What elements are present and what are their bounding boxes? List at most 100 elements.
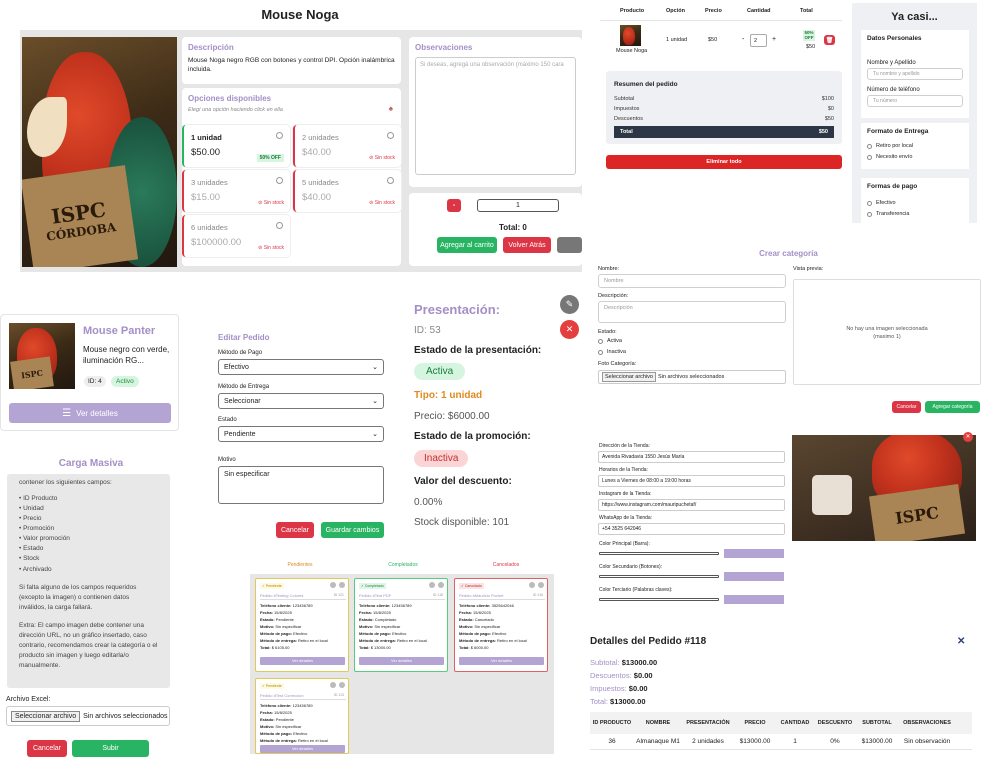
delivery-option[interactable]: Necesito envío <box>867 154 963 160</box>
qty-minus-button[interactable]: - <box>447 199 461 212</box>
store-field-input[interactable]: https://www.instagram.com/mauripuchetaf/ <box>598 499 785 511</box>
category-file-input[interactable]: Seleccionar archivo Sin archivos selecci… <box>598 370 786 384</box>
qty-input[interactable]: 1 <box>477 199 559 212</box>
option-radio[interactable] <box>276 222 283 229</box>
options-hint: Elegí una opción haciendo click en ella <box>188 107 283 113</box>
bulk-field-item: • Archivado <box>19 565 52 573</box>
order-card-field-label: Método de pago: <box>459 631 491 636</box>
phone-input[interactable]: Tu número <box>867 95 963 107</box>
store-field-input[interactable]: Avenida Rivadavia 1550 Jesús María <box>598 451 785 463</box>
radio-icon[interactable] <box>867 200 872 206</box>
edit-delivery-value: Seleccionar <box>224 397 261 405</box>
collapse-icon[interactable] <box>330 682 336 688</box>
personal-data-title: Datos Personales <box>867 35 922 42</box>
option-radio[interactable] <box>276 177 283 184</box>
cart-plus-button[interactable]: + <box>772 36 776 43</box>
preview-label: Vista previa: <box>793 266 824 272</box>
order-table-cell: Sin observación <box>903 738 951 745</box>
option-radio[interactable] <box>387 132 394 139</box>
edit-icon[interactable] <box>339 682 345 688</box>
radio-icon[interactable] <box>867 211 872 217</box>
option-card[interactable]: 3 unidades $15.00 ⊘ Sin stock <box>182 170 290 212</box>
radio-icon[interactable] <box>867 143 872 149</box>
order-close-icon[interactable]: ✕ <box>957 636 965 647</box>
clear-cart-button[interactable]: Eliminar todo <box>606 155 842 169</box>
edit-circle-button[interactable]: ✎ <box>560 295 579 314</box>
cart-qty-input[interactable]: 2 <box>750 34 767 47</box>
order-discount-value: $0.00 <box>633 671 653 680</box>
delivery-option[interactable]: Retiro por local <box>867 143 963 149</box>
payment-option[interactable]: Efectivo <box>867 200 963 206</box>
color-swatch[interactable] <box>724 549 784 558</box>
close-circle-button[interactable]: ✕ <box>560 320 579 339</box>
edit-state-select[interactable]: Pendiente ⌄ <box>218 426 384 442</box>
summary-value: $0 <box>827 106 834 112</box>
payment-option[interactable]: Transferencia <box>867 211 963 217</box>
order-card-details-button[interactable]: Ver detalles <box>459 657 544 665</box>
color-slider[interactable] <box>599 598 719 601</box>
store-image: ISPC <box>792 435 976 541</box>
edit-icon[interactable] <box>538 582 544 588</box>
edit-delivery-select[interactable]: Seleccionar ⌄ <box>218 393 384 409</box>
edit-reason-textarea[interactable]: Sin especificar <box>218 466 384 504</box>
store-field-input[interactable]: Lunes a Viernes de 08:00 a 19:00 horas <box>598 475 785 487</box>
payment-options: Efectivo Transferencia <box>867 200 963 217</box>
collapse-icon[interactable] <box>429 582 435 588</box>
collapse-icon[interactable] <box>529 582 535 588</box>
back-button[interactable]: Volver Atrás <box>503 237 551 253</box>
presentation-price: Precio: $6000.00 <box>414 411 490 422</box>
order-card-details-button[interactable]: Ver detalles <box>260 745 345 753</box>
edit-cancel-button[interactable]: Cancelar <box>276 522 314 538</box>
category-state-option[interactable]: Inactiva <box>598 349 626 355</box>
cart-header-cell: Total <box>800 8 813 14</box>
order-card-field-value: 15/8/2025 <box>471 610 491 615</box>
cart-minus-button[interactable]: - <box>742 36 744 43</box>
option-card[interactable]: 5 unidades $40.00 ⊘ Sin stock <box>293 170 401 212</box>
color-slider[interactable] <box>599 575 719 578</box>
option-card[interactable]: 1 unidad $50.00 50% OFF <box>182 125 290 167</box>
order-table-cell: $13000.00 <box>739 738 771 745</box>
color-slider[interactable] <box>599 552 719 555</box>
option-radio[interactable] <box>387 177 394 184</box>
preview-max-text: (maximo 1) <box>873 334 901 340</box>
order-card-details-button[interactable]: Ver detalles <box>359 657 444 665</box>
option-card[interactable]: 6 unidades $100000.00 ⊘ Sin stock <box>182 215 290 257</box>
order-card-field-label: Método de entrega: <box>359 638 396 643</box>
cart-delete-icon[interactable]: 🗑 <box>824 35 835 45</box>
option-card[interactable]: 2 unidades $40.00 ⊘ Sin stock <box>293 125 401 167</box>
bulk-upload-button[interactable]: Subir <box>72 740 149 757</box>
add-to-cart-button[interactable]: Agregar al carrito <box>437 237 497 253</box>
order-card-details-button[interactable]: Ver detalles <box>260 657 345 665</box>
mini-details-button[interactable]: ☰ Ver detalles <box>9 403 171 423</box>
name-input[interactable]: Tu nombre y apellido <box>867 68 963 80</box>
payment-card: Formas de pago Efectivo Transferencia <box>861 178 969 223</box>
category-name-input[interactable]: Nombre <box>598 274 786 288</box>
category-add-button[interactable]: Agregar categoría <box>925 401 980 413</box>
edit-save-button[interactable]: Guardar cambios <box>321 522 384 538</box>
edit-icon[interactable] <box>438 582 444 588</box>
radio-icon[interactable] <box>598 338 603 344</box>
color-swatch[interactable] <box>724 572 784 581</box>
option-radio[interactable] <box>276 132 283 139</box>
edit-pay-select[interactable]: Efectivo ⌄ <box>218 359 384 375</box>
observations-textarea[interactable]: Si deseas, agregá una observación (máxim… <box>415 57 576 175</box>
extra-button[interactable] <box>557 237 582 253</box>
order-card-field-label: Total: <box>459 645 470 650</box>
store-field-input[interactable]: +54 3525 642046 <box>598 523 785 535</box>
excel-file-input[interactable]: Seleccionar archivo Sin archivos selecci… <box>6 706 170 726</box>
category-file-button[interactable]: Seleccionar archivo <box>602 372 656 382</box>
edit-icon[interactable] <box>339 582 345 588</box>
collapse-icon[interactable] <box>330 582 336 588</box>
radio-icon[interactable] <box>598 349 603 355</box>
category-state-option-label: Inactiva <box>607 349 626 355</box>
bulk-cancel-button[interactable]: Cancelar <box>27 740 67 757</box>
color-swatch[interactable] <box>724 595 784 604</box>
order-details-panel: Detalles del Pedido #118 ✕ Subtotal: $13… <box>585 630 982 767</box>
mini-product-image: ISPC <box>9 323 75 389</box>
category-state-option[interactable]: Activa <box>598 338 626 344</box>
category-cancel-button[interactable]: Cancelar <box>892 401 921 413</box>
store-image-close-icon[interactable]: ✕ <box>963 432 973 442</box>
category-desc-input[interactable]: Descripción <box>598 301 786 323</box>
excel-file-button[interactable]: Seleccionar archivo <box>11 710 81 722</box>
radio-icon[interactable] <box>867 154 872 160</box>
